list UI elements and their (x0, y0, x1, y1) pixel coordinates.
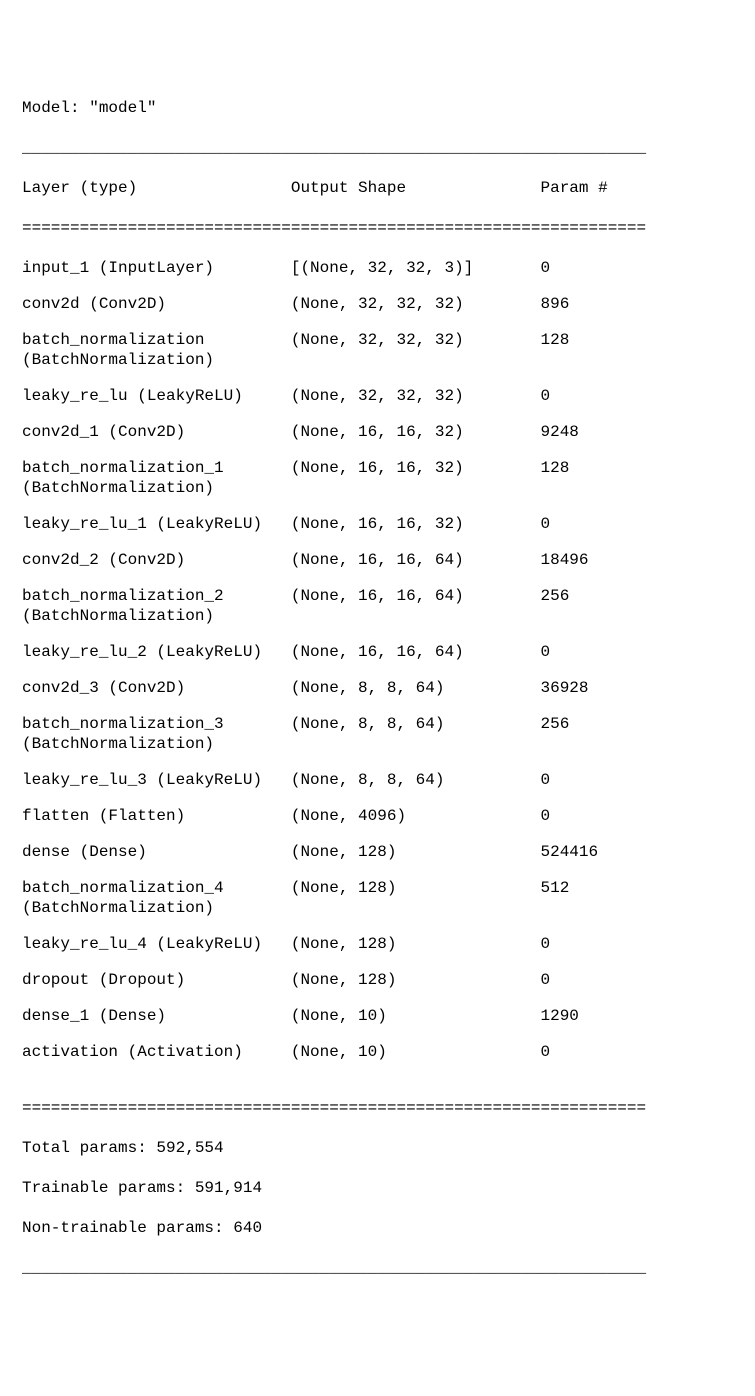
cell-shape: (None, 128) (291, 842, 541, 862)
cell-param: 0 (540, 770, 655, 790)
cell-shape: (None, 16, 16, 32) (291, 514, 541, 534)
cell-layer: batch_normalization_2 (BatchNormalizatio… (22, 586, 291, 626)
cell-shape: (None, 8, 8, 64) (291, 678, 541, 698)
cell-shape: (None, 128) (291, 970, 541, 990)
table-row: batch_normalization (BatchNormalization)… (22, 330, 733, 370)
cell-layer: activation (Activation) (22, 1042, 291, 1062)
cell-param: 0 (540, 970, 655, 990)
table-row: leaky_re_lu_2 (LeakyReLU)(None, 16, 16, … (22, 642, 733, 662)
cell-shape: (None, 10) (291, 1042, 541, 1062)
hr-header: ========================================… (22, 218, 733, 238)
table-row: leaky_re_lu_4 (LeakyReLU)(None, 128)0 (22, 934, 733, 954)
cell-param: 128 (540, 330, 655, 350)
cell-shape: (None, 16, 16, 64) (291, 586, 541, 606)
cell-shape: (None, 8, 8, 64) (291, 770, 541, 790)
cell-layer: input_1 (InputLayer) (22, 258, 291, 278)
cell-param: 512 (540, 878, 655, 898)
cell-param: 128 (540, 458, 655, 478)
header-shape: Output Shape (291, 178, 541, 198)
cell-shape: (None, 32, 32, 32) (291, 294, 541, 314)
cell-layer: leaky_re_lu_2 (LeakyReLU) (22, 642, 291, 662)
cell-param: 18496 (540, 550, 655, 570)
cell-shape: (None, 16, 16, 64) (291, 550, 541, 570)
table-row: leaky_re_lu (LeakyReLU)(None, 32, 32, 32… (22, 386, 733, 406)
cell-param: 524416 (540, 842, 655, 862)
hr-bottom: ========================================… (22, 1098, 733, 1118)
cell-layer: batch_normalization (BatchNormalization) (22, 330, 291, 370)
cell-param: 896 (540, 294, 655, 314)
cell-layer: batch_normalization_3 (BatchNormalizatio… (22, 714, 291, 754)
cell-layer: dense_1 (Dense) (22, 1006, 291, 1026)
cell-param: 36928 (540, 678, 655, 698)
cell-param: 1290 (540, 1006, 655, 1026)
cell-layer: conv2d_2 (Conv2D) (22, 550, 291, 570)
table-row: input_1 (InputLayer)[(None, 32, 32, 3)]0 (22, 258, 733, 278)
cell-param: 0 (540, 1042, 655, 1062)
cell-layer: dense (Dense) (22, 842, 291, 862)
table-body: input_1 (InputLayer)[(None, 32, 32, 3)]0… (22, 258, 733, 1062)
cell-shape: (None, 10) (291, 1006, 541, 1026)
trainable-params: Trainable params: 591,914 (22, 1178, 733, 1198)
cell-layer: batch_normalization_4 (BatchNormalizatio… (22, 878, 291, 918)
table-row: conv2d_1 (Conv2D)(None, 16, 16, 32)9248 (22, 422, 733, 442)
cell-shape: (None, 16, 16, 32) (291, 458, 541, 478)
cell-param: 0 (540, 806, 655, 826)
cell-layer: leaky_re_lu_4 (LeakyReLU) (22, 934, 291, 954)
table-row: conv2d (Conv2D)(None, 32, 32, 32)896 (22, 294, 733, 314)
cell-shape: (None, 32, 32, 32) (291, 386, 541, 406)
total-params: Total params: 592,554 (22, 1138, 733, 1158)
cell-layer: leaky_re_lu (LeakyReLU) (22, 386, 291, 406)
cell-param: 256 (540, 586, 655, 606)
table-row: activation (Activation)(None, 10)0 (22, 1042, 733, 1062)
hr-top: ________________________________________… (22, 138, 733, 158)
cell-shape: (None, 8, 8, 64) (291, 714, 541, 734)
table-row: leaky_re_lu_1 (LeakyReLU)(None, 16, 16, … (22, 514, 733, 534)
table-row: batch_normalization_3 (BatchNormalizatio… (22, 714, 733, 754)
cell-layer: conv2d (Conv2D) (22, 294, 291, 314)
cell-shape: (None, 4096) (291, 806, 541, 826)
cell-param: 256 (540, 714, 655, 734)
hr-end: ________________________________________… (22, 1258, 733, 1278)
cell-shape: (None, 32, 32, 32) (291, 330, 541, 350)
non-trainable-params: Non-trainable params: 640 (22, 1218, 733, 1238)
cell-shape: (None, 16, 16, 64) (291, 642, 541, 662)
cell-layer: conv2d_1 (Conv2D) (22, 422, 291, 442)
table-row: dense_1 (Dense)(None, 10)1290 (22, 1006, 733, 1026)
cell-shape: [(None, 32, 32, 3)] (291, 258, 541, 278)
cell-layer: dropout (Dropout) (22, 970, 291, 990)
table-row: dropout (Dropout)(None, 128)0 (22, 970, 733, 990)
header-layer: Layer (type) (22, 178, 291, 198)
cell-param: 0 (540, 642, 655, 662)
cell-shape: (None, 128) (291, 934, 541, 954)
cell-shape: (None, 128) (291, 878, 541, 898)
table-row: batch_normalization_1 (BatchNormalizatio… (22, 458, 733, 498)
model-title: Model: "model" (22, 98, 733, 118)
cell-param: 0 (540, 514, 655, 534)
cell-shape: (None, 16, 16, 32) (291, 422, 541, 442)
cell-layer: flatten (Flatten) (22, 806, 291, 826)
table-row: batch_normalization_2 (BatchNormalizatio… (22, 586, 733, 626)
header-param: Param # (540, 178, 655, 198)
cell-param: 9248 (540, 422, 655, 442)
table-row: dense (Dense)(None, 128)524416 (22, 842, 733, 862)
cell-layer: conv2d_3 (Conv2D) (22, 678, 291, 698)
cell-param: 0 (540, 386, 655, 406)
cell-layer: leaky_re_lu_1 (LeakyReLU) (22, 514, 291, 534)
cell-param: 0 (540, 258, 655, 278)
cell-param: 0 (540, 934, 655, 954)
table-header: Layer (type)Output ShapeParam # (22, 178, 733, 198)
table-row: batch_normalization_4 (BatchNormalizatio… (22, 878, 733, 918)
table-row: leaky_re_lu_3 (LeakyReLU)(None, 8, 8, 64… (22, 770, 733, 790)
cell-layer: leaky_re_lu_3 (LeakyReLU) (22, 770, 291, 790)
table-row: conv2d_3 (Conv2D)(None, 8, 8, 64)36928 (22, 678, 733, 698)
table-row: flatten (Flatten)(None, 4096)0 (22, 806, 733, 826)
table-row: conv2d_2 (Conv2D)(None, 16, 16, 64)18496 (22, 550, 733, 570)
cell-layer: batch_normalization_1 (BatchNormalizatio… (22, 458, 291, 498)
